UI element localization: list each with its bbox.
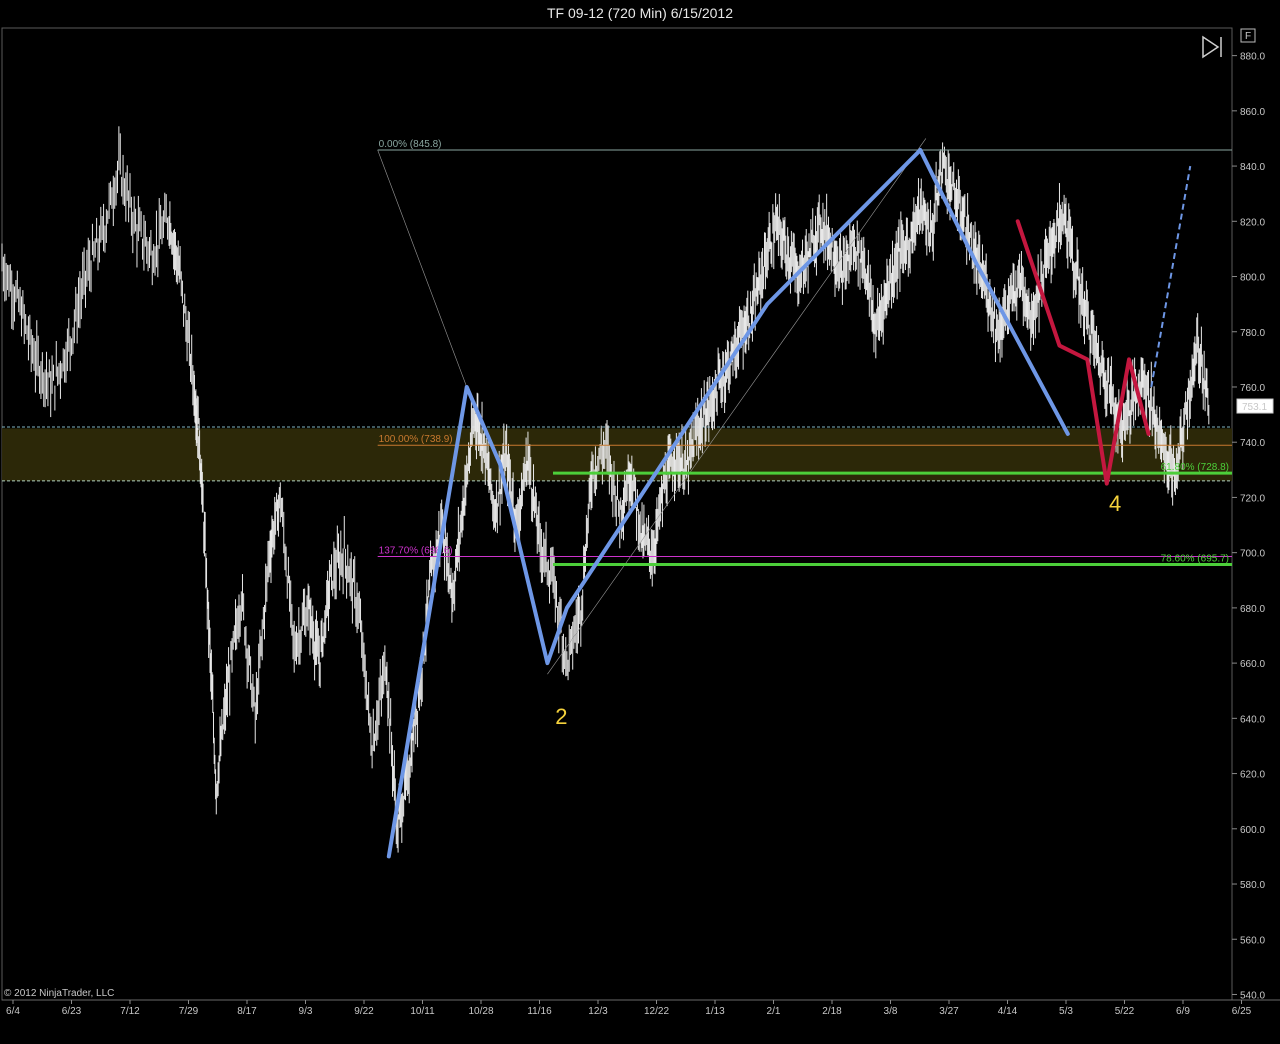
copyright-text: © 2012 NinjaTrader, LLC bbox=[4, 988, 114, 999]
x-tick-label: 5/22 bbox=[1115, 1006, 1135, 1017]
fib-label-3: 61.80% (728.8) bbox=[1161, 462, 1229, 473]
x-tick-label: 2/1 bbox=[767, 1006, 781, 1017]
price-chart[interactable]: 0.00% (845.8)100.00% (738.9)137.70% (698… bbox=[0, 0, 1280, 1044]
y-tick-label: 760.0 bbox=[1240, 383, 1265, 394]
x-tick-label: 7/29 bbox=[179, 1006, 199, 1017]
x-tick-label: 6/4 bbox=[6, 1006, 20, 1017]
x-tick-label: 3/8 bbox=[884, 1006, 898, 1017]
x-tick-label: 6/9 bbox=[1176, 1006, 1190, 1017]
y-tick-label: 620.0 bbox=[1240, 770, 1265, 781]
y-tick-label: 560.0 bbox=[1240, 935, 1265, 946]
y-tick-label: 800.0 bbox=[1240, 273, 1265, 284]
x-tick-label: 2/18 bbox=[822, 1006, 842, 1017]
x-tick-label: 1/13 bbox=[705, 1006, 725, 1017]
y-tick-label: 880.0 bbox=[1240, 52, 1265, 63]
y-tick-label: 680.0 bbox=[1240, 604, 1265, 615]
y-tick-label: 660.0 bbox=[1240, 659, 1265, 670]
x-tick-label: 4/14 bbox=[998, 1006, 1018, 1017]
x-tick-label: 6/23 bbox=[62, 1006, 82, 1017]
y-tick-label: 640.0 bbox=[1240, 714, 1265, 725]
plot-frame bbox=[1, 27, 1233, 1001]
y-tick-label: 740.0 bbox=[1240, 438, 1265, 449]
x-tick-label: 10/28 bbox=[468, 1006, 493, 1017]
last-price-label: 753.1 bbox=[1242, 402, 1267, 413]
x-tick-label: 12/3 bbox=[588, 1006, 608, 1017]
x-tick-label: 8/17 bbox=[237, 1006, 257, 1017]
y-tick-label: 540.0 bbox=[1240, 990, 1265, 1001]
x-tick-label: 10/11 bbox=[410, 1006, 435, 1017]
y-tick-label: 780.0 bbox=[1240, 328, 1265, 339]
x-tick-label: 5/3 bbox=[1059, 1006, 1073, 1017]
x-tick-label: 3/27 bbox=[939, 1006, 959, 1017]
x-tick-label: 9/3 bbox=[299, 1006, 313, 1017]
fib-label-4: 78.60% (695.7) bbox=[1161, 554, 1229, 565]
fib-label-0: 0.00% (845.8) bbox=[379, 139, 442, 150]
y-tick-label: 840.0 bbox=[1240, 162, 1265, 173]
y-tick-label: 860.0 bbox=[1240, 107, 1265, 118]
x-tick-label: 7/12 bbox=[120, 1006, 140, 1017]
x-tick-label: 9/22 bbox=[354, 1006, 374, 1017]
y-tick-label: 700.0 bbox=[1240, 549, 1265, 560]
x-tick-label: 12/22 bbox=[644, 1006, 669, 1017]
x-tick-label: 6/25 bbox=[1232, 1006, 1252, 1017]
fib-label-1: 100.00% (738.9) bbox=[379, 434, 453, 445]
x-tick-label: 11/16 bbox=[527, 1006, 552, 1017]
y-tick-label: 720.0 bbox=[1240, 493, 1265, 504]
f-button-label: F bbox=[1245, 31, 1251, 42]
y-tick-label: 580.0 bbox=[1240, 880, 1265, 891]
wave-label-4: 4 bbox=[1109, 491, 1121, 516]
wave-label-2: 2 bbox=[555, 704, 567, 729]
y-tick-label: 600.0 bbox=[1240, 825, 1265, 836]
y-tick-label: 820.0 bbox=[1240, 217, 1265, 228]
